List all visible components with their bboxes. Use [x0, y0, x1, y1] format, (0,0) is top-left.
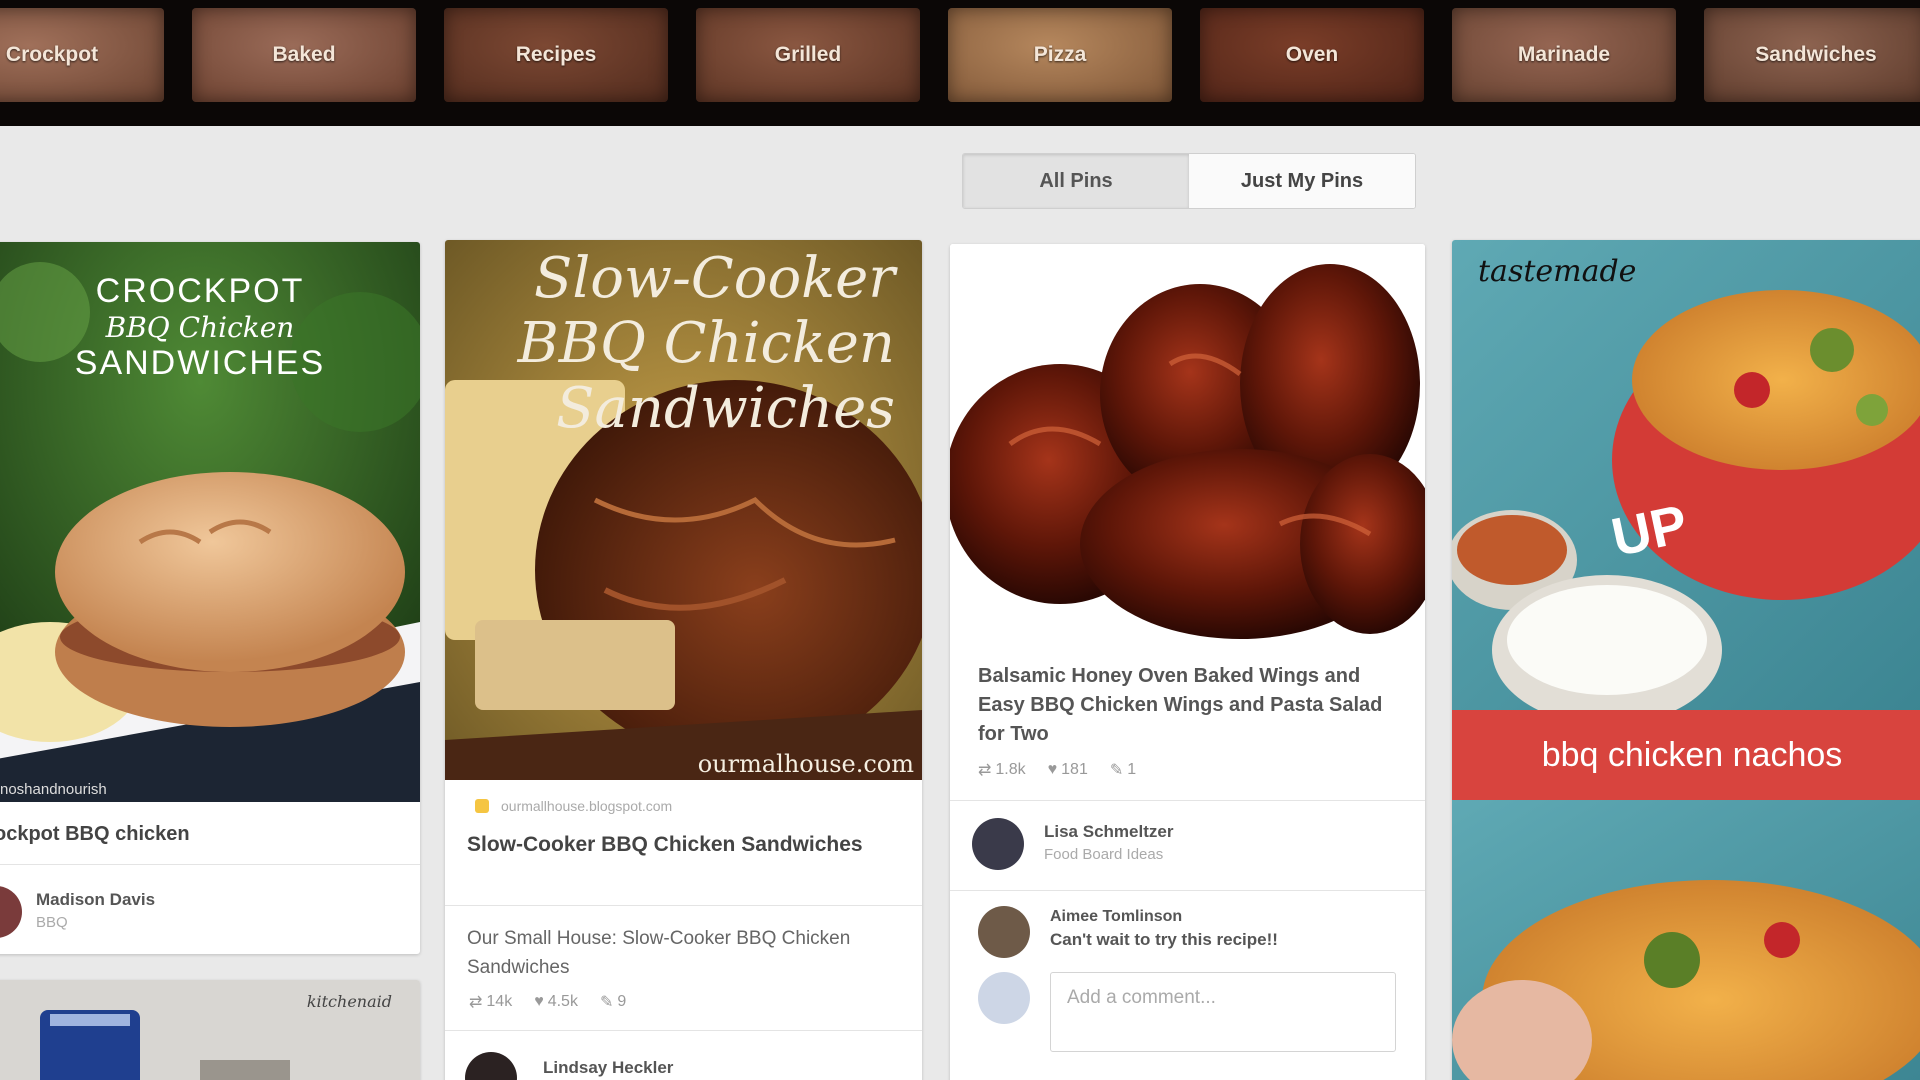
like-count: 4.5k: [547, 993, 578, 1010]
category-baked[interactable]: Baked: [192, 8, 416, 102]
pin-card[interactable]: tastemade UP bbq chicken nachos: [1452, 240, 1920, 1080]
category-recipes[interactable]: Recipes: [444, 8, 668, 102]
bbq-wings-image: [950, 244, 1425, 644]
pin-image[interactable]: CROCKPOT BBQ Chicken SANDWICHES noshandn…: [0, 242, 420, 802]
image-title-line-3: SANDWICHES: [74, 344, 326, 382]
pin-description: Balsamic Honey Oven Baked Wings and Easy…: [978, 665, 1383, 745]
comment-icon: ✎: [1109, 762, 1124, 779]
pin-title[interactable]: Slow-Cooker BBQ Chicken Sandwiches: [467, 830, 887, 859]
pinner-name[interactable]: Madison Davis: [36, 890, 155, 910]
pin-image[interactable]: Slow-Cooker BBQ Chicken Sandwiches ourma…: [445, 240, 922, 780]
comment-count: 1: [1127, 761, 1137, 778]
pin-description: Our Small House: Slow-Cooker BBQ Chicken…: [467, 928, 851, 978]
comment-icon: ✎: [599, 994, 614, 1011]
category-sandwiches[interactable]: Sandwiches: [1704, 8, 1920, 102]
comment-text: Can't wait to try this recipe!!: [1050, 930, 1278, 949]
image-title-line-1: CROCKPOT: [95, 272, 305, 310]
bbq-nachos-image: [1452, 240, 1920, 1080]
avatar[interactable]: [0, 886, 22, 938]
category-pizza[interactable]: Pizza: [948, 8, 1172, 102]
pin-image[interactable]: tastemade UP bbq chicken nachos: [1452, 240, 1920, 1080]
image-title-line-1: Slow-Cooker: [534, 246, 895, 311]
pinner-name[interactable]: Lindsay Heckler: [543, 1058, 673, 1078]
all-pins-button[interactable]: All Pins: [963, 154, 1189, 208]
pin-image[interactable]: [950, 244, 1425, 644]
comment-count: 9: [617, 993, 627, 1010]
category-grilled[interactable]: Grilled: [696, 8, 920, 102]
category-marinade[interactable]: Marinade: [1452, 8, 1676, 102]
like-icon: ♥: [1047, 761, 1058, 778]
pin-image[interactable]: kitchenaid: [0, 980, 420, 1080]
current-user-avatar: [978, 972, 1030, 1024]
commenter-avatar[interactable]: [978, 906, 1030, 958]
image-title-line-2: BBQ Chicken: [105, 311, 295, 344]
image-title-line-3: Sandwiches: [556, 376, 895, 441]
pin-source[interactable]: ourmallhouse.blogspot.com: [501, 798, 672, 814]
brand-logo: tastemade: [1478, 254, 1637, 289]
repin-icon: ⇄: [978, 762, 992, 779]
repin-icon: ⇄: [469, 994, 483, 1011]
pin-banner: bbq chicken nachos: [1452, 710, 1920, 800]
repin-count: 1.8k: [995, 761, 1026, 778]
add-comment-input[interactable]: Add a comment...: [1050, 972, 1396, 1052]
image-watermark: ourmalhouse.com: [697, 750, 914, 778]
board-name[interactable]: BBQ: [36, 914, 68, 931]
pin-description: ockpot BBQ chicken: [0, 823, 190, 845]
pinner-name[interactable]: Lisa Schmeltzer: [1044, 822, 1173, 842]
like-icon: ♥: [534, 993, 544, 1010]
just-my-pins-button[interactable]: Just My Pins: [1189, 154, 1415, 208]
pin-filter-toggle: All Pins Just My Pins: [962, 153, 1416, 209]
pin-card[interactable]: Balsamic Honey Oven Baked Wings and Easy…: [950, 244, 1425, 1080]
category-crockpot[interactable]: Crockpot: [0, 8, 164, 102]
repin-count: 14k: [486, 993, 513, 1010]
category-bar: Crockpot Baked Recipes Grilled Pizza Ove…: [0, 0, 1920, 126]
pin-card[interactable]: Slow-Cooker BBQ Chicken Sandwiches ourma…: [445, 240, 922, 1080]
like-count: 181: [1061, 761, 1088, 778]
pin-card[interactable]: CROCKPOT BBQ Chicken SANDWICHES noshandn…: [0, 242, 420, 954]
category-oven[interactable]: Oven: [1200, 8, 1424, 102]
image-title-line-2: BBQ Chicken: [517, 311, 895, 376]
image-watermark: noshandnourish: [0, 781, 107, 798]
image-watermark: kitchenaid: [306, 992, 392, 1011]
commenter-name[interactable]: Aimee Tomlinson: [1050, 908, 1182, 926]
avatar[interactable]: [465, 1052, 517, 1080]
avatar[interactable]: [972, 818, 1024, 870]
source-favicon-icon: [475, 799, 489, 813]
board-name[interactable]: Food Board Ideas: [1044, 846, 1163, 863]
pin-card[interactable]: kitchenaid: [0, 980, 420, 1080]
